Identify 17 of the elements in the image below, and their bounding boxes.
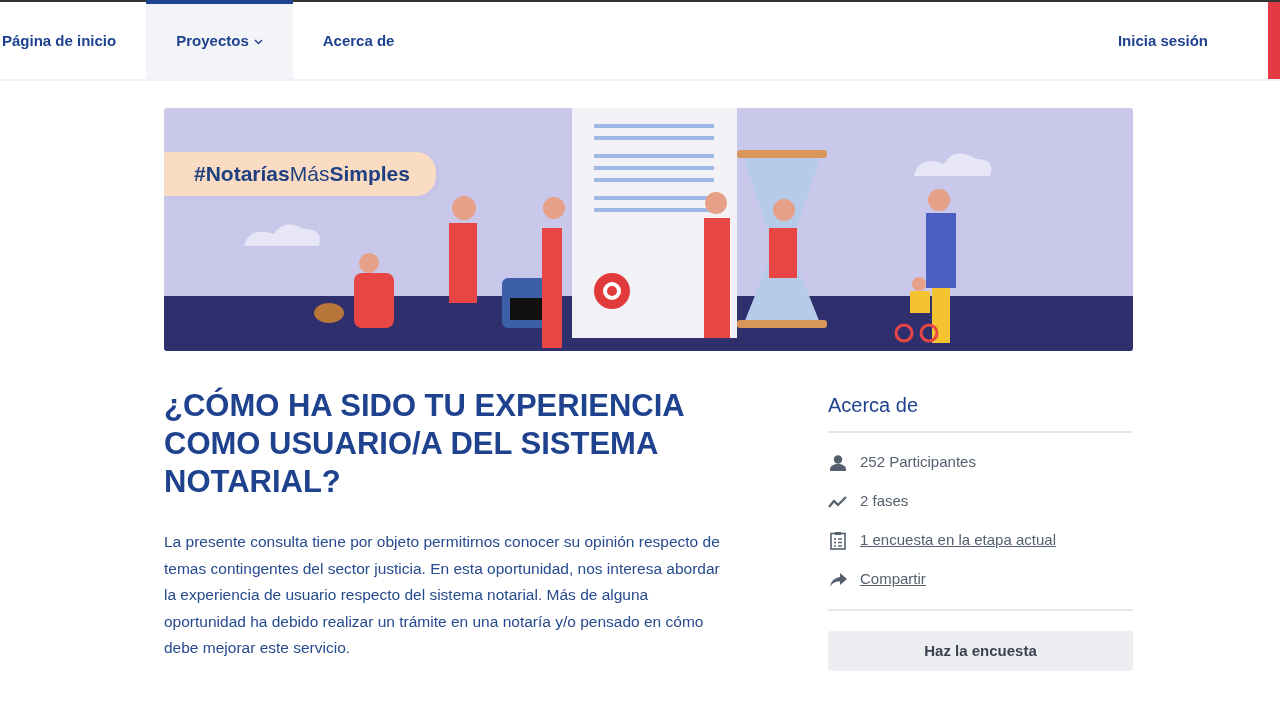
nav-link-tab[interactable]: Proyectos [146,0,293,79]
nav-link-tab[interactable]: Página de inicio [0,0,147,79]
clipboard-list-icon [830,531,846,550]
login-link[interactable]: Inicia sesión [1087,0,1238,79]
info-link[interactable]: Compartir [860,568,926,591]
page-title: ¿CÓMO HA SIDO TU EXPERIENCIA COMO USUARIO/A DEL SISTEMA NOTARIAL? [164,387,685,501]
section-title: Acerca de [828,393,1133,433]
caret-icon [253,38,263,45]
nav-link-tab[interactable]: Acerca de [292,0,425,79]
info-text: 252 Participantes [860,452,976,473]
description-paragraph: La presente consulta tiene por objeto permitirnos conocer su opinión respecto de temas contingentes del sector justicia. En esta oportunidad, nos interesa abordar la experiencia de usuario respecto del sistema notarial. Más de alguna oportunidad ha debido realizar un trámite en una notaría y/o pensado en cómo debe mejorar este servicio. [164,532,721,658]
info-link[interactable]: 1 encuesta en la etapa actual [860,529,1056,552]
take-survey-button[interactable]: Haz la encuesta [828,631,1133,671]
person-icon [829,454,847,471]
share-icon [829,572,847,587]
info-text: 2 fases [860,491,909,512]
trend-line-icon [828,494,848,509]
